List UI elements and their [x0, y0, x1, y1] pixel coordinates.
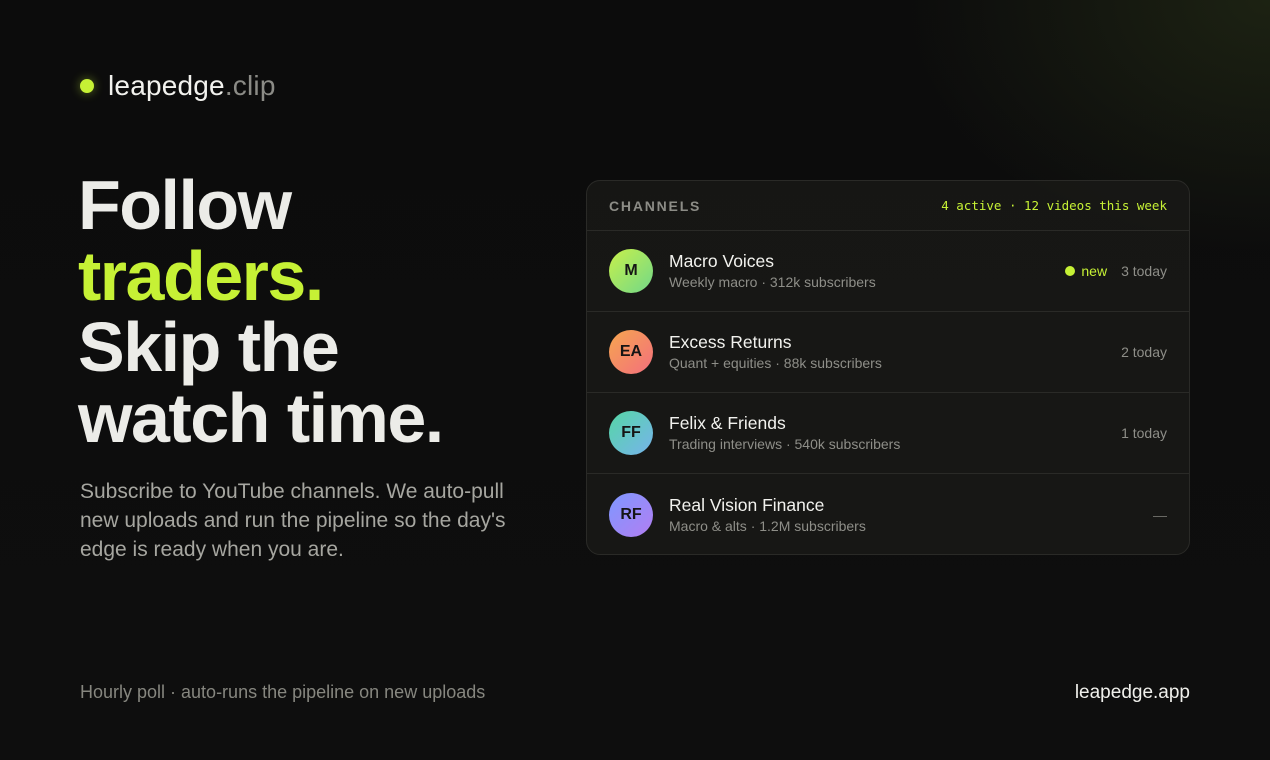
video-count: 3 today	[1121, 263, 1167, 279]
channel-description: Weekly macro · 312k subscribers	[669, 274, 876, 290]
channel-name: Excess Returns	[669, 332, 792, 352]
channel-name: Real Vision Finance	[669, 494, 825, 515]
channel-name: Macro Voices	[669, 251, 775, 271]
channel-row[interactable]: M Macro Voices Weekly macro · 312k subsc…	[587, 231, 1189, 312]
channel-info: Felix & Friends Trading interviews · 540…	[669, 412, 1121, 454]
channel-description: Quant + equities · 88k subscribers	[669, 355, 882, 371]
channels-panel: CHANNELS 4 active · 12 videos this week …	[586, 180, 1190, 555]
site-domain-link[interactable]: leapedge.app	[1075, 682, 1190, 704]
channel-description: Macro & alts · 1.2M subscribers	[669, 517, 866, 534]
brand-name: leapedge	[108, 70, 225, 101]
video-count: —	[1153, 506, 1167, 523]
brand-logo: leapedge.clip	[80, 70, 276, 102]
video-count: 2 today	[1121, 344, 1167, 360]
channel-info: Real Vision Finance Macro & alts · 1.2M …	[669, 494, 1153, 536]
channel-description: Trading interviews · 540k subscribers	[669, 436, 901, 452]
headline-line-2: traders.	[78, 237, 324, 315]
new-badge: new	[1065, 263, 1107, 279]
channel-info: Excess Returns Quant + equities · 88k su…	[669, 331, 1121, 373]
channel-status: new 3 today	[1065, 263, 1167, 279]
panel-stats: 4 active · 12 videos this week	[941, 198, 1167, 213]
panel-header: CHANNELS 4 active · 12 videos this week	[587, 181, 1189, 231]
channel-avatar: FF	[609, 411, 653, 455]
headline-line-3: Skip the	[78, 308, 340, 386]
channel-avatar: M	[609, 249, 653, 293]
brand-dot-icon	[80, 79, 94, 93]
headline-line-4: watch time.	[78, 379, 444, 457]
video-count: 1 today	[1121, 425, 1167, 441]
channel-row[interactable]: RF Real Vision Finance Macro & alts · 1.…	[587, 474, 1189, 554]
brand-suffix: .clip	[224, 70, 276, 101]
channel-row[interactable]: FF Felix & Friends Trading interviews · …	[587, 393, 1189, 474]
channel-status: —	[1153, 507, 1167, 523]
channel-status: 1 today	[1121, 425, 1167, 441]
channel-row[interactable]: EA Excess Returns Quant + equities · 88k…	[587, 312, 1189, 393]
hero-subtext: Subscribe to YouTube channels. We auto-p…	[80, 480, 506, 561]
footer-note: Hourly poll · auto-runs the pipeline on …	[80, 682, 486, 702]
new-dot-icon	[1065, 266, 1076, 276]
channel-avatar: RF	[609, 492, 653, 537]
channel-info: Macro Voices Weekly macro · 312k subscri…	[669, 250, 1065, 292]
headline-line-1: Follow	[78, 166, 292, 244]
panel-title: CHANNELS	[609, 197, 702, 214]
hero-headline: Follow traders. Skip the watch time.	[78, 166, 444, 457]
channel-status: 2 today	[1121, 344, 1167, 360]
new-badge-label: new	[1081, 263, 1108, 279]
channel-avatar: EA	[609, 330, 653, 374]
channel-name: Felix & Friends	[669, 413, 786, 433]
